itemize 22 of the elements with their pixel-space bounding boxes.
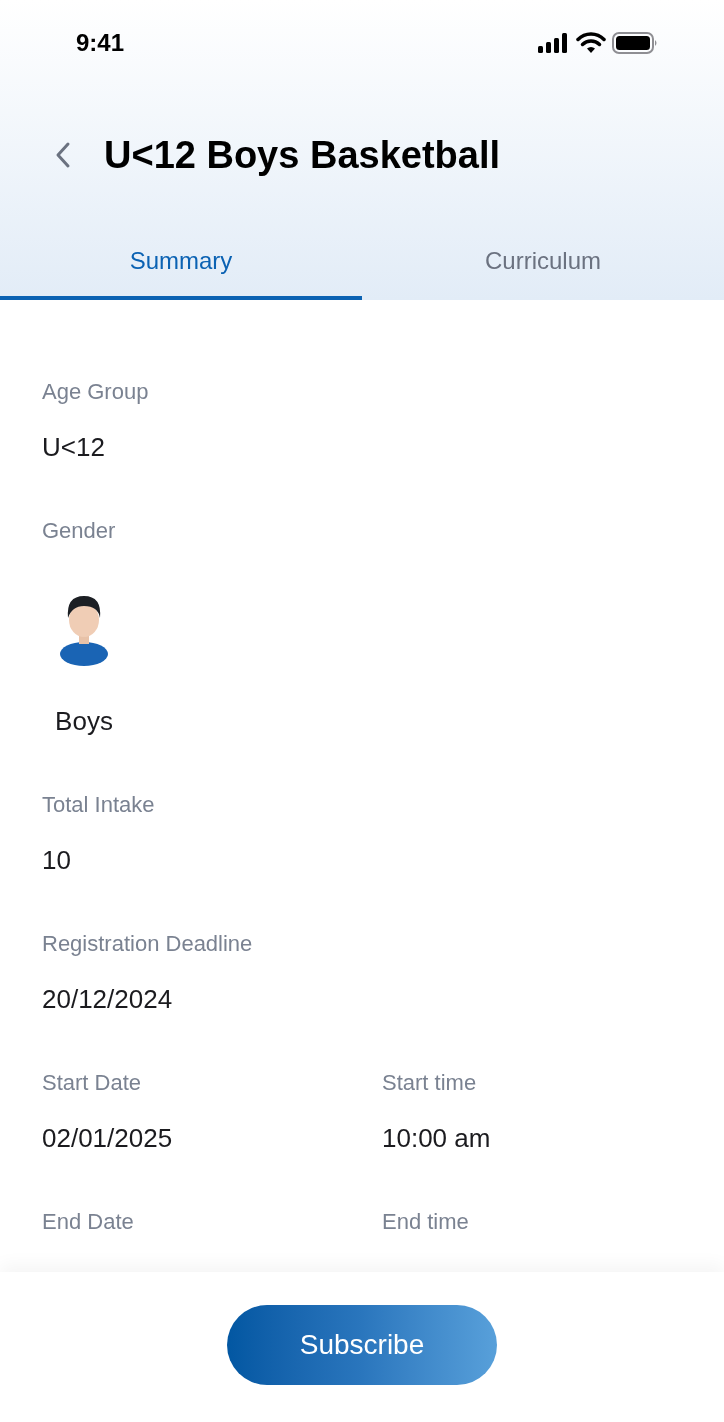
field-label: Total Intake <box>42 791 156 819</box>
gender-option-label: Boys <box>55 706 113 736</box>
field-value: 10 <box>42 845 72 875</box>
field-label: Age Group <box>42 378 150 406</box>
field-value: 20/12/2024 <box>42 984 174 1014</box>
field-label: Start time <box>382 1069 478 1097</box>
field-label: Start Date <box>42 1069 143 1097</box>
status-time: 9:41 <box>76 27 125 58</box>
field-value: 02/01/2025 <box>42 1123 174 1153</box>
signal-icon <box>538 32 570 53</box>
field-label: Gender <box>42 517 117 545</box>
field-label: End Date <box>42 1208 135 1236</box>
field-label: End time <box>382 1208 470 1236</box>
tab[interactable]: Summary <box>0 225 362 300</box>
wifi-icon <box>576 31 606 54</box>
page-title: U<12 Boys Basketball <box>104 132 501 178</box>
subscribe-button[interactable]: Subscribe <box>227 1305 497 1385</box>
battery-icon <box>612 31 658 54</box>
tab[interactable]: Curriculum <box>362 225 724 300</box>
field-value: U<12 <box>42 432 106 462</box>
field-label: Registration Deadline <box>42 930 254 958</box>
field-value: 10:00 am <box>382 1123 492 1153</box>
